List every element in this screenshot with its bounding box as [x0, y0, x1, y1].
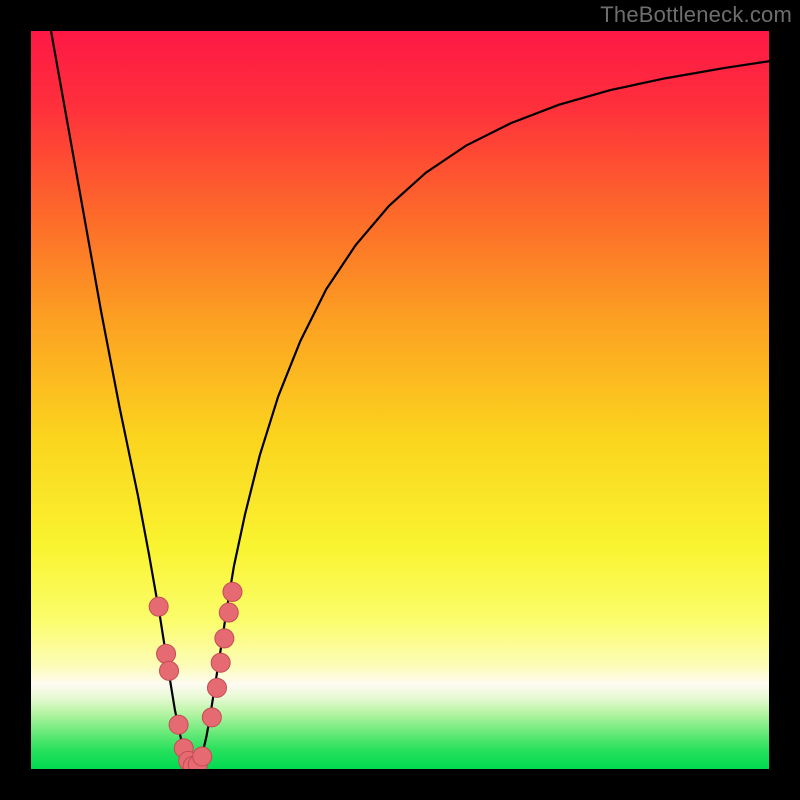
marker-dot — [215, 629, 234, 648]
marker-dot — [149, 597, 168, 616]
marker-dot — [157, 644, 176, 663]
curve-layer — [31, 31, 769, 769]
marker-dots — [149, 582, 242, 769]
marker-dot — [169, 715, 188, 734]
marker-dot — [223, 582, 242, 601]
chart-frame: TheBottleneck.com — [0, 0, 800, 800]
watermark-text: TheBottleneck.com — [600, 2, 792, 28]
marker-dot — [202, 708, 221, 727]
marker-dot — [160, 661, 179, 680]
marker-dot — [219, 603, 238, 622]
marker-dot — [193, 747, 212, 766]
plot-area — [31, 31, 769, 769]
marker-dot — [211, 653, 230, 672]
marker-dot — [207, 678, 226, 697]
bottleneck-curve — [46, 31, 769, 766]
